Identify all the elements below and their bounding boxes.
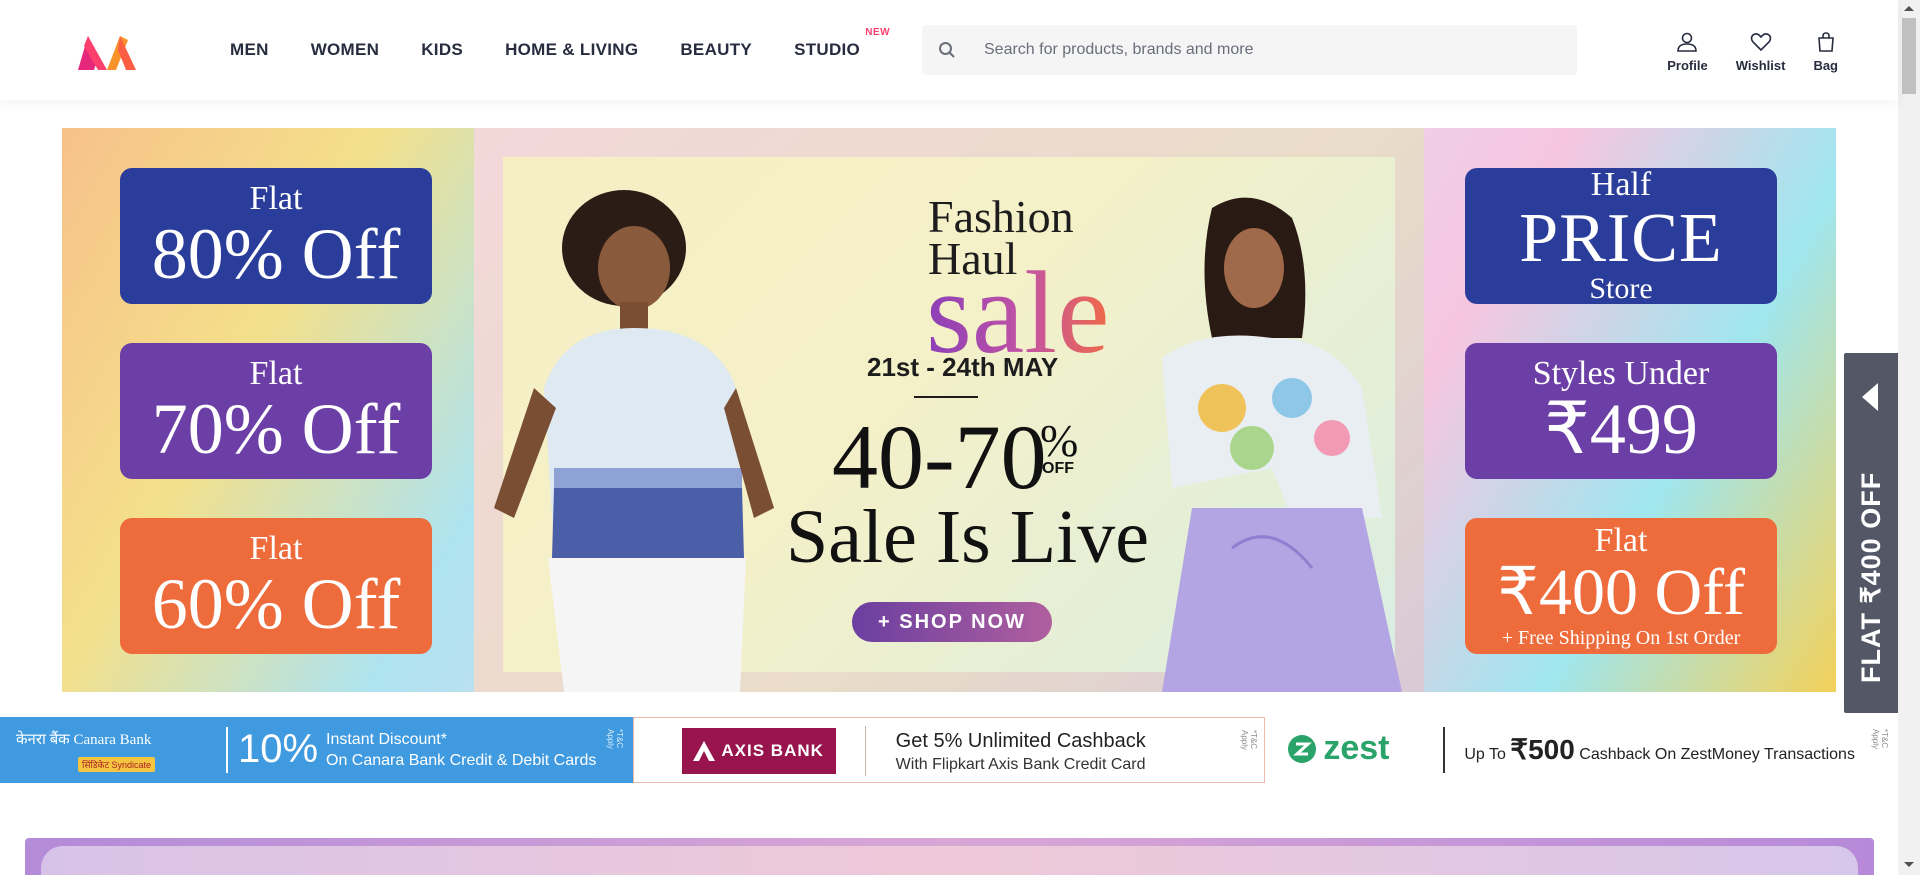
bank-offers-strip: केनरा बैंक Canara Bank सिंडिकेट Syndicat… [0, 717, 1899, 783]
zest-amount: ₹500 [1510, 734, 1575, 765]
bag-button[interactable]: Bag [1813, 30, 1838, 73]
side-offer-text: FLAT ₹400 OFF [1856, 471, 1886, 683]
bag-icon [1817, 32, 1834, 52]
headline-divider [914, 396, 978, 398]
axis-line-1: Get 5% Unlimited Cashback [895, 730, 1146, 752]
canara-line-1: Instant Discount* [326, 731, 447, 748]
profile-label: Profile [1667, 58, 1708, 73]
vertical-scrollbar[interactable] [1898, 0, 1920, 875]
nav-beauty[interactable]: BEAUTY [680, 40, 752, 60]
scroll-thumb[interactable] [1902, 18, 1916, 94]
canara-line-2: On Canara Bank Credit & Debit Cards [326, 752, 597, 769]
promo-tiny-text: + Free Shipping On 1st Order [1501, 627, 1741, 649]
promo-flat-400-off[interactable]: Flat ₹400 Off + Free Shipping On 1st Ord… [1465, 518, 1777, 654]
axis-line-2: With Flipkart Axis Bank Credit Card [895, 756, 1146, 773]
main-nav: MEN WOMEN KIDS HOME & LIVING BEAUTY STUD… [230, 0, 902, 100]
zest-suffix: Cashback On ZestMoney Transactions [1574, 746, 1855, 763]
promo-styles-under-499[interactable]: Styles Under ₹499 [1465, 343, 1777, 479]
wishlist-button[interactable]: Wishlist [1735, 30, 1786, 73]
promo-flat-60[interactable]: Flat 60% Off [120, 518, 432, 654]
terms-label: *T&C Apply [606, 729, 624, 750]
bag-label: Bag [1813, 58, 1838, 73]
promo-flat-80[interactable]: Flat 80% Off [120, 168, 432, 304]
hero-banner[interactable]: Flat 80% Off Flat 70% Off Flat 60% Off H… [62, 128, 1836, 692]
secondary-banner-inner [41, 846, 1858, 875]
shop-now-button[interactable]: + SHOP NOW [852, 602, 1052, 642]
promo-small-text: Flat [1594, 522, 1648, 559]
nav-home-living[interactable]: HOME & LIVING [505, 40, 638, 60]
offer-divider [1443, 727, 1446, 773]
nav-women[interactable]: WOMEN [311, 40, 380, 60]
zest-brand-name: zest [1323, 729, 1390, 767]
axis-logo-icon [693, 741, 716, 761]
heart-icon [1750, 33, 1771, 52]
collapse-arrow-icon[interactable] [1862, 383, 1878, 411]
promo-flat-70[interactable]: Flat 70% Off [120, 343, 432, 479]
offer-divider [226, 727, 228, 773]
new-badge: NEW [865, 27, 891, 38]
header-actions: Profile Wishlist Bag [1639, 30, 1838, 73]
nav-kids[interactable]: KIDS [421, 40, 463, 60]
promo-big-text: 80% Off [151, 214, 401, 294]
terms-label: *T&C Apply [1239, 730, 1258, 751]
canara-discount-percent: 10% [238, 727, 319, 771]
promo-small-text: Flat [249, 530, 303, 567]
promo-big-text: ₹400 Off [1497, 556, 1745, 629]
zest-logo-icon [1288, 734, 1317, 763]
axis-bank-name: AXIS BANK [721, 741, 824, 760]
page: MEN WOMEN KIDS HOME & LIVING BEAUTY STUD… [0, 0, 1920, 875]
search-icon[interactable] [922, 25, 972, 75]
canara-bank-logo: केनरा बैंक Canara Bank [16, 732, 152, 748]
terms-label: *T&C Apply [1871, 729, 1890, 750]
promo-small-text: Flat [249, 355, 303, 392]
offer-axis-bank[interactable]: AXIS BANK Get 5% Unlimited Cashback With… [632, 717, 1266, 783]
promo-big-text: PRICE [1519, 200, 1723, 277]
promo-small-text: Half [1590, 166, 1652, 203]
promo-small-text: Styles Under [1532, 355, 1710, 392]
offer-divider [864, 726, 866, 776]
offer-zestmoney[interactable]: zest Up To ₹500 Cashback On ZestMoney Tr… [1265, 717, 1899, 783]
nav-studio[interactable]: STUDIO NEW [794, 27, 890, 60]
sale-is-live: Sale Is Live [786, 495, 1150, 579]
percent-off-label: OFF [1042, 460, 1074, 477]
wishlist-label: Wishlist [1735, 58, 1786, 73]
myntra-logo-icon[interactable] [74, 30, 140, 74]
male-model-image [494, 190, 774, 692]
promo-small-text: Flat [249, 180, 303, 217]
offer-canara-bank[interactable]: केनरा बैंक Canara Bank सिंडिकेट Syndicat… [0, 717, 633, 783]
female-model-image [1162, 197, 1402, 692]
promo-big-text: 60% Off [151, 564, 401, 644]
profile-icon [1677, 32, 1698, 52]
nav-men[interactable]: MEN [230, 40, 269, 60]
search-bar [922, 25, 1577, 75]
sale-dates: 21st - 24th MAY [867, 352, 1059, 382]
profile-button[interactable]: Profile [1667, 30, 1708, 73]
zest-offer-text: Up To ₹500 Cashback On ZestMoney Transac… [1464, 733, 1855, 766]
side-offer-tab[interactable]: FLAT ₹400 OFF [1844, 353, 1898, 713]
scroll-down-arrow-icon[interactable] [1904, 862, 1914, 867]
promo-big-text: ₹499 [1544, 389, 1698, 469]
zest-prefix: Up To [1464, 746, 1511, 763]
promo-tiny-text: Store [1589, 272, 1653, 305]
syndicate-badge: सिंडिकेट Syndicate [78, 757, 156, 772]
zest-logo: zest [1287, 729, 1389, 768]
promo-big-text: 70% Off [151, 389, 401, 469]
scroll-up-arrow-icon[interactable] [1904, 6, 1914, 11]
secondary-banner[interactable] [25, 838, 1874, 875]
search-input[interactable] [972, 25, 1552, 75]
site-header: MEN WOMEN KIDS HOME & LIVING BEAUTY STUD… [0, 0, 1898, 100]
promo-half-price-store[interactable]: Half PRICE Store [1465, 168, 1777, 304]
axis-bank-logo: AXIS BANK [681, 728, 836, 774]
